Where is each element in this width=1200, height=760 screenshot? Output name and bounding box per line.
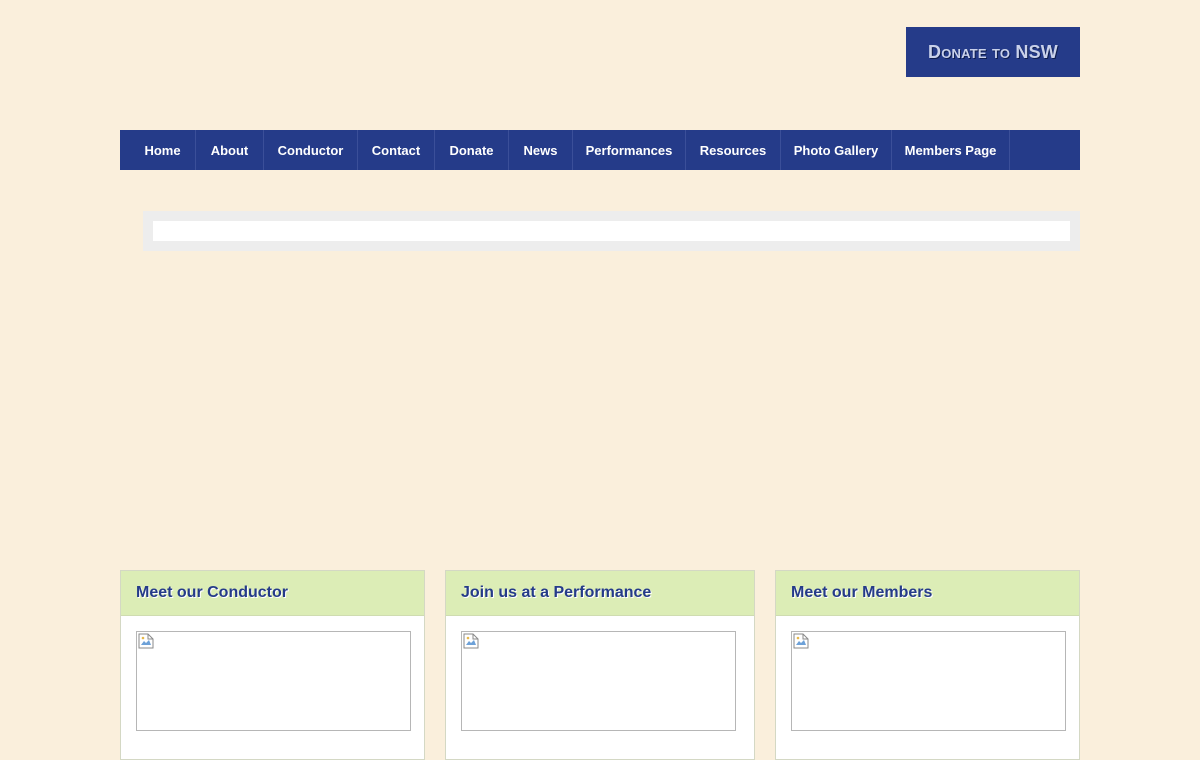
card-title-text[interactable]: Meet our Conductor xyxy=(136,584,288,602)
nav-item-label: Conductor xyxy=(277,142,344,158)
card-join-performance: Join us at a Performance xyxy=(445,570,755,760)
card-image[interactable] xyxy=(791,631,1066,731)
donate-button-label: Donate to NSW xyxy=(928,41,1058,62)
nav-item-label: Members Page xyxy=(904,142,997,158)
main-nav: Home About Conductor Contact Donate News… xyxy=(120,130,1080,170)
broken-image-icon xyxy=(138,633,154,649)
nav-item-label: Performances xyxy=(585,142,673,158)
nav-item-photo-gallery[interactable]: Photo Gallery xyxy=(781,130,892,170)
nav-item-label: About xyxy=(210,142,249,158)
nav-item-performances[interactable]: Performances xyxy=(573,130,686,170)
nav-item-contact[interactable]: Contact xyxy=(358,130,435,170)
nav-item-donate[interactable]: Donate xyxy=(435,130,509,170)
nav-item-label: News xyxy=(523,142,558,158)
broken-image-icon xyxy=(793,633,809,649)
nav-item-news[interactable]: News xyxy=(509,130,573,170)
nav-item-label: Photo Gallery xyxy=(793,142,879,158)
nav-item-label: Resources xyxy=(699,142,767,158)
card-title-text[interactable]: Join us at a Performance xyxy=(461,584,651,602)
nav-item-label: Contact xyxy=(371,142,421,158)
slideshow-content xyxy=(153,221,1070,241)
nav-item-resources[interactable]: Resources xyxy=(686,130,781,170)
nav-item-home[interactable]: Home xyxy=(130,130,196,170)
card-image[interactable] xyxy=(136,631,411,731)
card-image[interactable] xyxy=(461,631,736,731)
card-title: Join us at a Performance xyxy=(446,571,754,616)
nav-item-about[interactable]: About xyxy=(196,130,264,170)
nav-item-label: Home xyxy=(144,142,181,158)
broken-image-icon xyxy=(463,633,479,649)
card-title: Meet our Conductor xyxy=(121,571,424,616)
nav-item-conductor[interactable]: Conductor xyxy=(264,130,358,170)
donate-to-nsw-button[interactable]: Donate to NSW xyxy=(906,27,1080,77)
card-meet-conductor: Meet our Conductor xyxy=(120,570,425,760)
slideshow-frame xyxy=(143,211,1080,251)
nav-item-members-page[interactable]: Members Page xyxy=(892,130,1010,170)
nav-left-spacer xyxy=(120,130,130,170)
card-title: Meet our Members xyxy=(776,571,1079,616)
card-title-text[interactable]: Meet our Members xyxy=(791,584,932,602)
card-meet-members: Meet our Members xyxy=(775,570,1080,760)
nav-item-label: Donate xyxy=(449,142,494,158)
